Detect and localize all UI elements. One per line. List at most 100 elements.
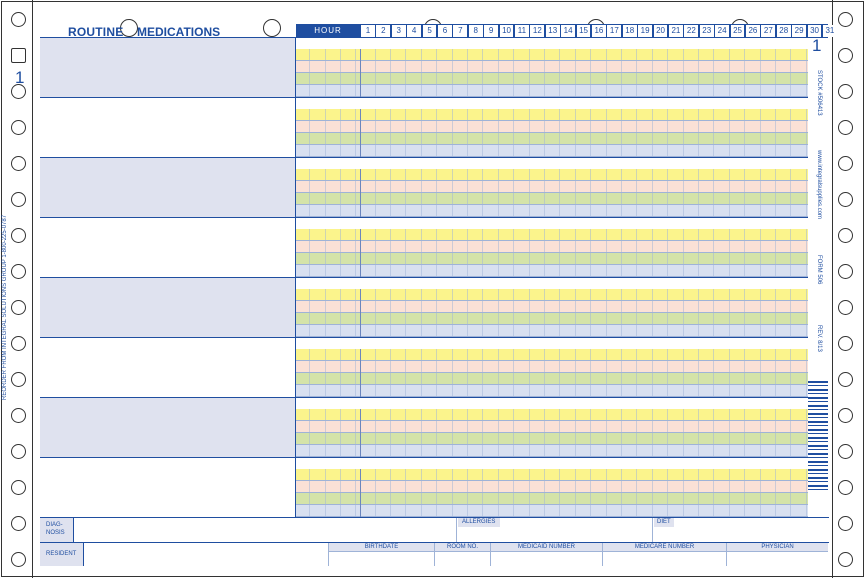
day-header-cell: 27 [761,25,776,37]
day-header-cell: 20 [653,25,668,37]
tractor-hole [11,264,26,279]
medication-block [40,157,808,218]
day-header-cell: 16 [592,25,606,37]
administration-row[interactable] [296,181,808,193]
diagnosis-label-line1: DIAG- [46,522,63,528]
tractor-hole [11,228,26,243]
room-label: ROOM NO. [435,543,490,552]
hour-column-divider [360,49,361,98]
medication-block [40,397,808,458]
birthdate-column: BIRTHDATE [328,543,434,566]
administration-row[interactable] [296,253,808,265]
administration-row[interactable] [296,469,808,481]
tractor-hole [11,336,26,351]
tractor-hole [838,444,853,459]
administration-row[interactable] [296,109,808,121]
administration-row[interactable] [296,169,808,181]
day-header-cell: 14 [561,25,576,37]
tractor-hole [838,408,853,423]
administration-row[interactable] [296,229,808,241]
resident-label: RESIDENT [40,543,84,566]
diet-divider [652,518,653,542]
revision-text: REV. 8/13 [816,325,822,352]
allergies-label: ALLERGIES [458,518,500,527]
allergies-divider [456,518,457,542]
administration-row[interactable] [296,49,808,61]
resident-info-area: DIAG- NOSIS ALLERGIES DIET RESIDENT BIRT… [40,517,829,566]
administration-row[interactable] [296,265,808,277]
administration-row[interactable] [296,85,808,97]
tractor-hole [838,48,853,63]
administration-row[interactable] [296,433,808,445]
medication-block [40,457,808,518]
day-header-cell: 11 [515,25,529,37]
day-header-cell: 17 [607,25,622,37]
day-header-cell: 21 [669,25,683,37]
medication-name-field[interactable] [40,398,296,458]
diet-label: DIET [654,518,674,527]
administration-row[interactable] [296,493,808,505]
diagnosis-label-line2: NOSIS [46,530,65,536]
administration-row[interactable] [296,133,808,145]
tractor-hole [11,300,26,315]
administration-row[interactable] [296,301,808,313]
hour-column-divider [360,409,361,458]
tractor-hole [11,48,26,63]
tractor-hole [838,516,853,531]
medication-name-field[interactable] [40,278,296,338]
form-number-text: FORM 506 [816,255,822,285]
administration-row[interactable] [296,349,808,361]
administration-row[interactable] [296,481,808,493]
administration-row[interactable] [296,409,808,421]
tractor-edge-right [832,0,833,578]
administration-row[interactable] [296,289,808,301]
day-header-cell: 10 [499,25,514,37]
resident-row: RESIDENT BIRTHDATE ROOM NO. MEDICAID NUM… [40,542,829,566]
tractor-hole [838,480,853,495]
medication-name-field[interactable] [40,458,296,518]
website-text: www.integralsupplies.com [816,150,822,220]
day-header-cell: 12 [530,25,545,37]
administration-row[interactable] [296,193,808,205]
administration-row[interactable] [296,121,808,133]
administration-row[interactable] [296,313,808,325]
medication-block [40,97,808,158]
administration-row[interactable] [296,325,808,337]
tractor-hole [11,12,26,27]
medication-form: ROUTINE MEDICATIONS HOUR 1 2 3 4 5 6 7 8 9 10 11 12… [40,24,837,566]
day-header-cell: 7 [453,25,468,37]
administration-row[interactable] [296,205,808,217]
tractor-hole [11,372,26,387]
medication-name-field[interactable] [40,218,296,278]
day-header-cell: 19 [638,25,653,37]
administration-row[interactable] [296,145,808,157]
medicare-column: MEDICARE NUMBER [602,543,726,566]
administration-row[interactable] [296,73,808,85]
administration-row[interactable] [296,361,808,373]
tractor-hole [838,192,853,207]
day-header-cell: 1 [361,25,375,37]
medication-name-field[interactable] [40,98,296,158]
medication-name-field[interactable] [40,338,296,398]
medication-block [40,277,808,338]
administration-row[interactable] [296,241,808,253]
tractor-hole [11,480,26,495]
stock-number-text: STOCK #506413 [816,70,822,116]
administration-row[interactable] [296,373,808,385]
hour-column-divider [360,349,361,398]
administration-row[interactable] [296,445,808,457]
page-number: 1 [812,36,822,55]
day-header-cell: 15 [576,25,591,37]
administration-row[interactable] [296,505,808,517]
day-header-cell: 5 [422,25,437,37]
medication-name-field[interactable] [40,38,296,98]
day-header-cell: 29 [792,25,807,37]
room-column: ROOM NO. [434,543,490,566]
medication-name-field[interactable] [40,158,296,218]
medicare-label: MEDICARE NUMBER [603,543,726,552]
tractor-hole [838,372,853,387]
administration-row[interactable] [296,61,808,73]
day-header-cell: 9 [484,25,499,37]
administration-row[interactable] [296,421,808,433]
administration-row[interactable] [296,385,808,397]
